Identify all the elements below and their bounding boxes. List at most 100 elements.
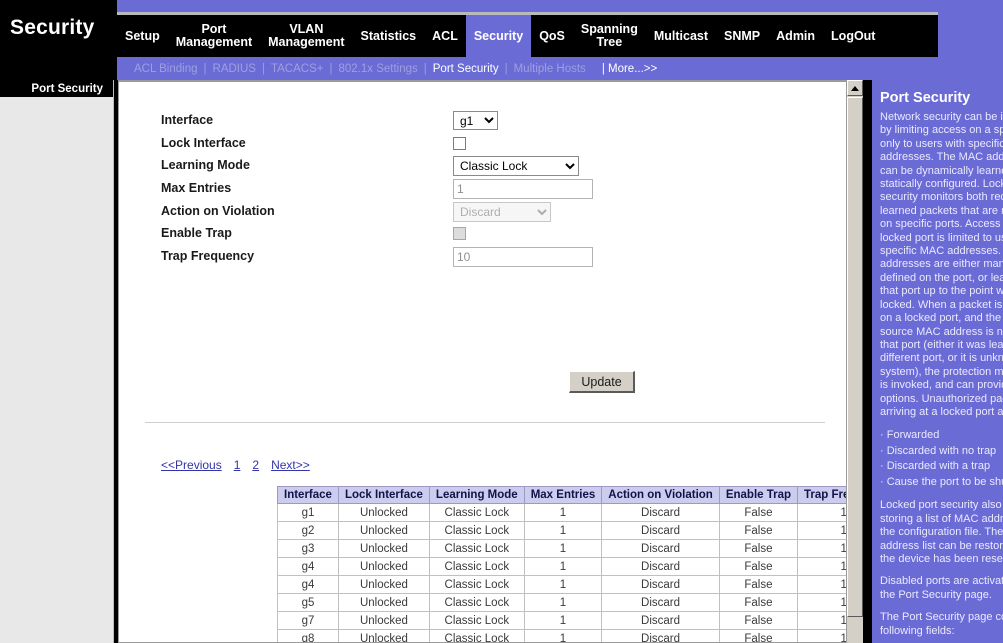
nav-item-setup[interactable]: Setup — [117, 15, 168, 57]
table-row[interactable]: g4UnlockedClassic Lock1DiscardFalse10 — [277, 557, 862, 576]
form-row-lock-interface: Lock Interface — [161, 134, 781, 156]
nav-item-acl[interactable]: ACL — [424, 15, 466, 57]
pagination-page-2[interactable]: 2 — [252, 458, 259, 472]
content-scrollbar[interactable] — [846, 80, 863, 643]
column-header-enable-trap: Enable Trap — [718, 486, 799, 504]
control-wrap — [453, 134, 466, 155]
table-cell: Discard — [601, 611, 720, 630]
help-paragraph: The Port Security page contains the foll… — [880, 611, 1003, 637]
subnav-item-port-security[interactable]: Port Security — [427, 63, 505, 75]
column-header-action-on-violation: Action on Violation — [601, 486, 720, 504]
nav-item-spanning-tree[interactable]: Spanning Tree — [573, 15, 646, 57]
label-enable-trap: Enable Trap — [161, 226, 232, 240]
select-learning-mode[interactable]: Classic Lock — [453, 156, 579, 176]
table-row[interactable]: g8UnlockedClassic Lock1DiscardFalse10 — [277, 629, 862, 642]
subnav-more-link[interactable]: | More...>> — [596, 63, 663, 75]
nav-item-multicast[interactable]: Multicast — [646, 15, 716, 57]
table-cell: Discard — [601, 593, 720, 612]
table-cell: Discard — [601, 629, 720, 642]
nav-item-snmp[interactable]: SNMP — [716, 15, 768, 57]
table-cell: Classic Lock — [428, 593, 525, 612]
help-bullet-item: Discarded with no trap — [880, 444, 1003, 460]
table-row[interactable]: g1UnlockedClassic Lock1DiscardFalse10 — [277, 503, 862, 522]
content-frame: Interface g1 Lock Interface Learning Mode Cl… — [118, 80, 863, 643]
table-cell: Classic Lock — [428, 539, 525, 558]
pagination-next[interactable]: Next>> — [271, 458, 310, 472]
help-panel: Port Security Network security can be in… — [872, 80, 1003, 643]
table-cell: 1 — [523, 629, 603, 642]
table-cell: 1 — [523, 611, 603, 630]
table-cell: False — [718, 593, 799, 612]
subnav-item-802-1x-settings[interactable]: 802.1x Settings — [332, 63, 423, 75]
table-cell: 1 — [523, 521, 603, 540]
help-paragraph: Locked port security also enables storin… — [880, 499, 1003, 565]
port-security-form: Interface g1 Lock Interface Learning Mode Cl… — [119, 104, 848, 274]
table-cell: g2 — [277, 521, 339, 540]
table-row[interactable]: g2UnlockedClassic Lock1DiscardFalse10 — [277, 521, 862, 540]
control-wrap: Classic Lock — [453, 156, 579, 176]
table-cell: 1 — [523, 575, 603, 594]
table-cell: Unlocked — [337, 611, 430, 630]
control-wrap — [453, 247, 593, 267]
pagination-page-1[interactable]: 1 — [234, 458, 241, 472]
column-header-learning-mode: Learning Mode — [428, 486, 525, 504]
table-cell: Unlocked — [337, 575, 430, 594]
help-bullet-item: Forwarded — [880, 428, 1003, 444]
table-cell: g1 — [277, 503, 339, 522]
help-title: Port Security — [880, 90, 971, 106]
scroll-up-arrow-icon[interactable] — [847, 80, 863, 96]
table-cell: Discard — [601, 557, 720, 576]
table-cell: Unlocked — [337, 593, 430, 612]
table-cell: g4 — [277, 557, 339, 576]
column-header-lock-interface: Lock Interface — [337, 486, 430, 504]
table-cell: Discard — [601, 503, 720, 522]
nav-item-qos[interactable]: QoS — [531, 15, 573, 57]
subnav-item-radius[interactable]: RADIUS — [207, 63, 262, 75]
table-head: Interface Lock Interface Learning Mode Max … — [277, 486, 862, 504]
nav-item-security[interactable]: Security — [465, 15, 532, 57]
table-row[interactable]: g5UnlockedClassic Lock1DiscardFalse10 — [277, 593, 862, 612]
label-max-entries: Max Entries — [161, 181, 232, 195]
nav-item-vlan-management[interactable]: VLAN Management — [260, 15, 352, 57]
form-row-enable-trap: Enable Trap — [161, 224, 781, 246]
table-cell: Unlocked — [337, 521, 430, 540]
content-inner: Interface g1 Lock Interface Learning Mode Cl… — [119, 82, 862, 642]
nav-item-logout[interactable]: LogOut — [823, 15, 883, 57]
control-wrap — [453, 179, 593, 199]
control-wrap — [453, 224, 466, 245]
table-cell: False — [718, 539, 799, 558]
nav-item-port-management[interactable]: Port Management — [168, 15, 260, 57]
table-header-row: Interface Lock Interface Learning Mode Max … — [277, 486, 862, 504]
subnav-item-tacacs-[interactable]: TACACS+ — [265, 63, 330, 75]
table-cell: g5 — [277, 593, 339, 612]
table-row[interactable]: g4UnlockedClassic Lock1DiscardFalse10 — [277, 575, 862, 594]
form-row-max-entries: Max Entries — [161, 179, 781, 201]
table-row[interactable]: g3UnlockedClassic Lock1DiscardFalse10 — [277, 539, 862, 558]
subnav-item-acl-binding[interactable]: ACL Binding — [128, 63, 204, 75]
subnav-item-multiple-hosts[interactable]: Multiple Hosts — [508, 63, 592, 75]
table-cell: Discard — [601, 539, 720, 558]
sidebar-item-port-security[interactable]: Port Security — [0, 80, 113, 97]
table-cell: Unlocked — [337, 629, 430, 642]
table-cell: False — [718, 575, 799, 594]
scrollbar-thumb[interactable] — [847, 97, 863, 617]
checkbox-lock-interface[interactable] — [453, 137, 466, 150]
table-cell: g8 — [277, 629, 339, 642]
select-action-on-violation: Discard — [453, 202, 551, 222]
column-header-max-entries: Max Entries — [523, 486, 603, 504]
update-button[interactable]: Update — [569, 371, 635, 393]
form-row-learning-mode: Learning Mode Classic Lock — [161, 156, 781, 178]
table-row[interactable]: g7UnlockedClassic Lock1DiscardFalse10 — [277, 611, 862, 630]
help-bullet-list: ForwardedDiscarded with no trapDiscarded… — [880, 428, 1003, 490]
table-body: g1UnlockedClassic Lock1DiscardFalse10g2U… — [277, 503, 862, 642]
select-interface[interactable]: g1 — [453, 111, 498, 130]
section-divider — [145, 422, 825, 423]
help-paragraph: Disabled ports are activated from the Po… — [880, 575, 1003, 601]
nav-item-admin[interactable]: Admin — [768, 15, 823, 57]
nav-item-statistics[interactable]: Statistics — [353, 15, 425, 57]
table-cell: Unlocked — [337, 539, 430, 558]
pagination-previous[interactable]: <<Previous — [161, 458, 222, 472]
label-learning-mode: Learning Mode — [161, 158, 250, 172]
port-security-table: Interface Lock Interface Learning Mode Max … — [277, 486, 862, 642]
pagination: <<Previous 1 2 Next>> — [161, 458, 322, 472]
